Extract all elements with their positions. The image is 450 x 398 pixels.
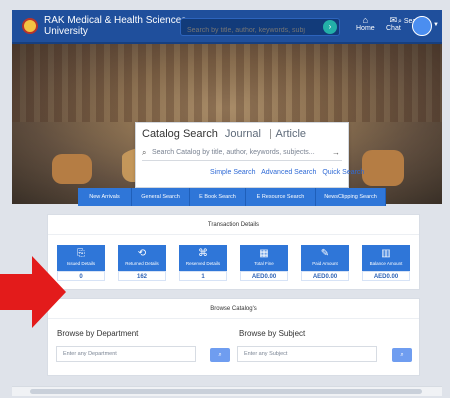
top-navbar: RAK Medical & Health Sciences University… [12,10,442,44]
horizontal-scrollbar[interactable] [12,386,442,396]
global-search-box[interactable]: › [180,18,340,39]
red-arrow-icon [0,256,66,328]
browse-department-title: Browse by Department [57,329,139,338]
reserve-icon: ⌘ [198,248,208,259]
nav-home[interactable]: ⌂ Home [356,15,375,32]
nav-home-label: Home [356,25,375,32]
tab-ebook-search[interactable]: E Book Search [190,188,246,206]
global-search-go-icon[interactable]: › [323,20,337,34]
card-returned-details[interactable]: ⟲ Returned Details 162 [118,245,166,281]
card-value: AED0.00 [301,271,349,281]
card-label: Total Fine [254,261,274,266]
library-chair-right-image [362,150,404,186]
calculator-icon: ▦ [259,248,269,259]
user-avatar[interactable] [412,16,432,36]
card-label: Reserved Details [185,261,221,266]
library-shelves-image [12,44,442,122]
search-mode-links: Simple Search Advanced Search Quick Sear… [210,169,368,176]
arrow-right-icon[interactable]: → [332,145,340,161]
library-chair-left-image [52,154,92,184]
transaction-details-title: Transaction Details [48,215,419,235]
tab-new-arrivals[interactable]: New Arrivals [78,188,132,206]
tab-eresource-search[interactable]: E Resource Search [246,188,316,206]
catalog-search-card: Catalog Search Journal Article ⌕ Search … [135,122,364,188]
search-icon: ⌕ [398,18,402,25]
return-book-icon: ⟲ [137,248,147,259]
tab-divider [270,129,272,140]
university-logo [22,18,38,34]
quick-search-link[interactable]: Quick Search [322,169,364,176]
advanced-search-link[interactable]: Advanced Search [261,169,316,176]
tab-general-search[interactable]: General Search [132,188,190,206]
card-label: Balance Amount [369,261,403,266]
simple-search-link[interactable]: Simple Search [210,169,256,176]
transaction-details-panel: Transaction Details ⎘ Issued Details 0 ⟲… [47,214,420,290]
home-icon: ⌂ [362,15,369,25]
transaction-cards: ⎘ Issued Details 0 ⟲ Returned Details 16… [57,245,410,281]
department-input[interactable]: Enter any Department [56,346,196,362]
global-search-input[interactable] [181,22,311,39]
card-balance-amount[interactable]: ▥ Balance Amount AED0.00 [362,245,410,281]
subject-input[interactable]: Enter any Subject [237,346,377,362]
catalog-search-input[interactable]: ⌕ Search Catalog by title, author, keywo… [142,145,342,161]
hero-banner: Catalog Search Journal Article ⌕ Search … [12,44,442,204]
browse-catalog-title: Browse Catalog's [48,299,419,319]
subject-search-button[interactable]: ⌕ [392,348,412,362]
catalog-search-placeholder: Search Catalog by title, author, keyword… [152,149,315,156]
card-label: Returned Details [125,261,159,266]
card-reserved-details[interactable]: ⌘ Reserved Details 1 [179,245,227,281]
card-value: 1 [179,271,227,281]
card-value: AED0.00 [240,271,288,281]
brand-title: RAK Medical & Health Sciences University [44,15,187,37]
red-arrow-annotation [0,256,66,328]
search-icon: ⌕ [142,148,147,157]
balance-chart-icon: ▥ [381,248,391,259]
card-label: Paid Amount [312,261,338,266]
scrollbar-thumb[interactable] [30,389,422,394]
card-total-fine[interactable]: ▦ Total Fine AED0.00 [240,245,288,281]
card-paid-amount[interactable]: ✎ Paid Amount AED0.00 [301,245,349,281]
browse-catalog-panel: Browse Catalog's Browse by Department Br… [47,298,420,376]
receipt-icon: ✎ [320,248,330,259]
chevron-down-icon[interactable]: ▼ [433,22,439,28]
tab-journal[interactable]: Journal [225,128,261,140]
card-value: 162 [118,271,166,281]
tab-catalog-search[interactable]: Catalog Search [142,128,218,140]
card-value: AED0.00 [362,271,410,281]
department-search-button[interactable]: ⌕ [210,348,230,362]
browse-subject-title: Browse by Subject [239,329,306,338]
search-type-tabbar: New Arrivals General Search E Book Searc… [78,188,386,206]
nav-chat-label: Chat [386,25,401,32]
tab-article[interactable]: Article [275,128,306,140]
tab-newsclipping-search[interactable]: NewsClipping Search [316,188,386,206]
catalog-tabs: Catalog Search Journal Article [142,128,310,140]
